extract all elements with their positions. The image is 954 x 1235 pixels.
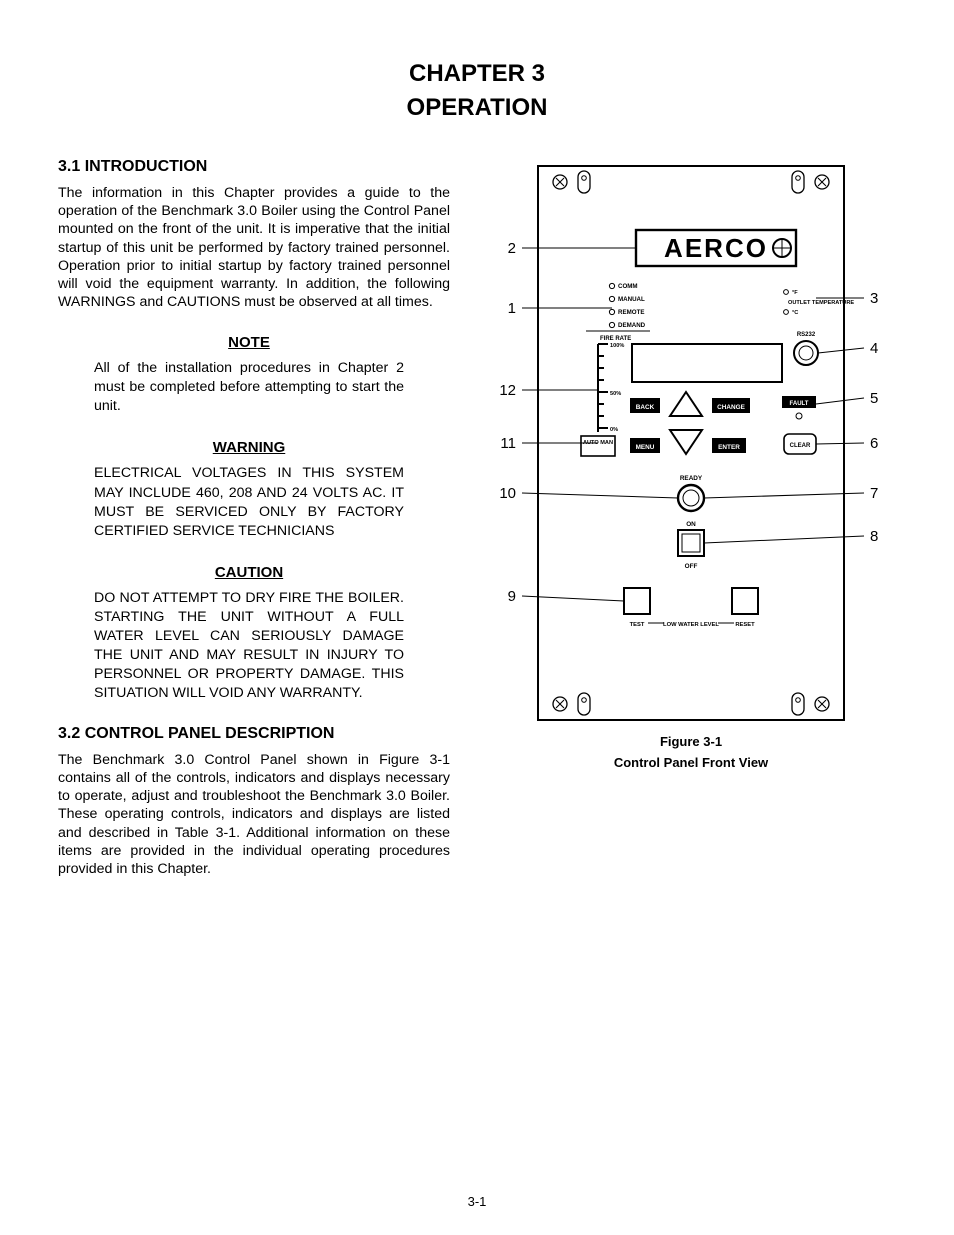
svg-text:BACK: BACK <box>636 404 655 411</box>
svg-text:0%: 0% <box>610 427 618 433</box>
svg-text:11: 11 <box>500 435 516 452</box>
left-column: 3.1 INTRODUCTION The information in this… <box>58 158 450 900</box>
svg-text:READY: READY <box>680 475 703 482</box>
chapter-title: OPERATION <box>58 94 896 122</box>
warning-heading: WARNING <box>94 438 404 458</box>
section-3-1-body: The information in this Chapter provides… <box>58 184 450 311</box>
svg-text:6: 6 <box>870 435 878 452</box>
note-block: NOTE All of the installation procedures … <box>94 333 404 416</box>
svg-text:ENTER: ENTER <box>718 444 740 451</box>
svg-text:CHANGE: CHANGE <box>717 404 745 411</box>
svg-text:COMM: COMM <box>618 283 638 290</box>
section-3-2-heading: 3.2 CONTROL PANEL DESCRIPTION <box>58 725 450 743</box>
figure-subtitle: Control Panel Front View <box>486 755 896 770</box>
svg-text:°C: °C <box>792 310 798 316</box>
right-column: AERCO COMM MANUAL REMOTE DEMAND °F OUTLE… <box>486 158 896 900</box>
svg-text:4: 4 <box>870 340 878 357</box>
control-panel-figure: AERCO COMM MANUAL REMOTE DEMAND °F OUTLE… <box>486 158 896 728</box>
svg-text:LOW WATER LEVEL: LOW WATER LEVEL <box>663 622 719 628</box>
svg-text:1: 1 <box>508 300 516 317</box>
svg-text:°F: °F <box>792 290 798 296</box>
page-number: 3-1 <box>0 1194 954 1209</box>
svg-text:2: 2 <box>508 240 516 257</box>
svg-text:CLEAR: CLEAR <box>790 443 811 449</box>
svg-text:OUTLET TEMPERATURE: OUTLET TEMPERATURE <box>788 300 854 306</box>
svg-text:ON: ON <box>686 521 696 528</box>
svg-text:50%: 50% <box>610 391 621 397</box>
svg-text:REMOTE: REMOTE <box>618 309 644 316</box>
svg-text:OFF: OFF <box>685 563 698 570</box>
section-3-1-heading: 3.1 INTRODUCTION <box>58 158 450 176</box>
svg-text:AERCO: AERCO <box>664 233 768 263</box>
svg-text:7: 7 <box>870 485 878 502</box>
svg-text:3: 3 <box>870 290 878 307</box>
svg-text:MENU: MENU <box>636 444 655 451</box>
svg-text:10: 10 <box>499 485 516 502</box>
svg-text:12: 12 <box>499 382 516 399</box>
caution-block: CAUTION DO NOT ATTEMPT TO DRY FIRE THE B… <box>94 563 404 703</box>
svg-text:9: 9 <box>508 588 516 605</box>
note-heading: NOTE <box>94 333 404 353</box>
svg-text:RS232: RS232 <box>797 332 816 338</box>
svg-text:8: 8 <box>870 528 878 545</box>
section-3-2-body: The Benchmark 3.0 Control Panel shown in… <box>58 751 450 878</box>
warning-body: ELECTRICAL VOLTAGES IN THIS SYSTEM MAY I… <box>94 464 404 540</box>
svg-text:FIRE RATE: FIRE RATE <box>600 336 631 342</box>
svg-text:5: 5 <box>870 390 878 407</box>
note-body: All of the installation procedures in Ch… <box>94 359 404 416</box>
svg-text:TEST: TEST <box>630 622 645 628</box>
warning-block: WARNING ELECTRICAL VOLTAGES IN THIS SYST… <box>94 438 404 540</box>
svg-text:FAULT: FAULT <box>790 401 809 407</box>
svg-text:MANUAL: MANUAL <box>618 296 645 303</box>
svg-text:DEMAND: DEMAND <box>618 322 646 329</box>
figure-title: Figure 3-1 <box>486 734 896 749</box>
caution-heading: CAUTION <box>94 563 404 583</box>
svg-text:RESET: RESET <box>735 622 755 628</box>
svg-text:100%: 100% <box>610 343 624 349</box>
caution-body: DO NOT ATTEMPT TO DRY FIRE THE BOILER. S… <box>94 589 404 703</box>
chapter-number: CHAPTER 3 <box>58 60 896 88</box>
